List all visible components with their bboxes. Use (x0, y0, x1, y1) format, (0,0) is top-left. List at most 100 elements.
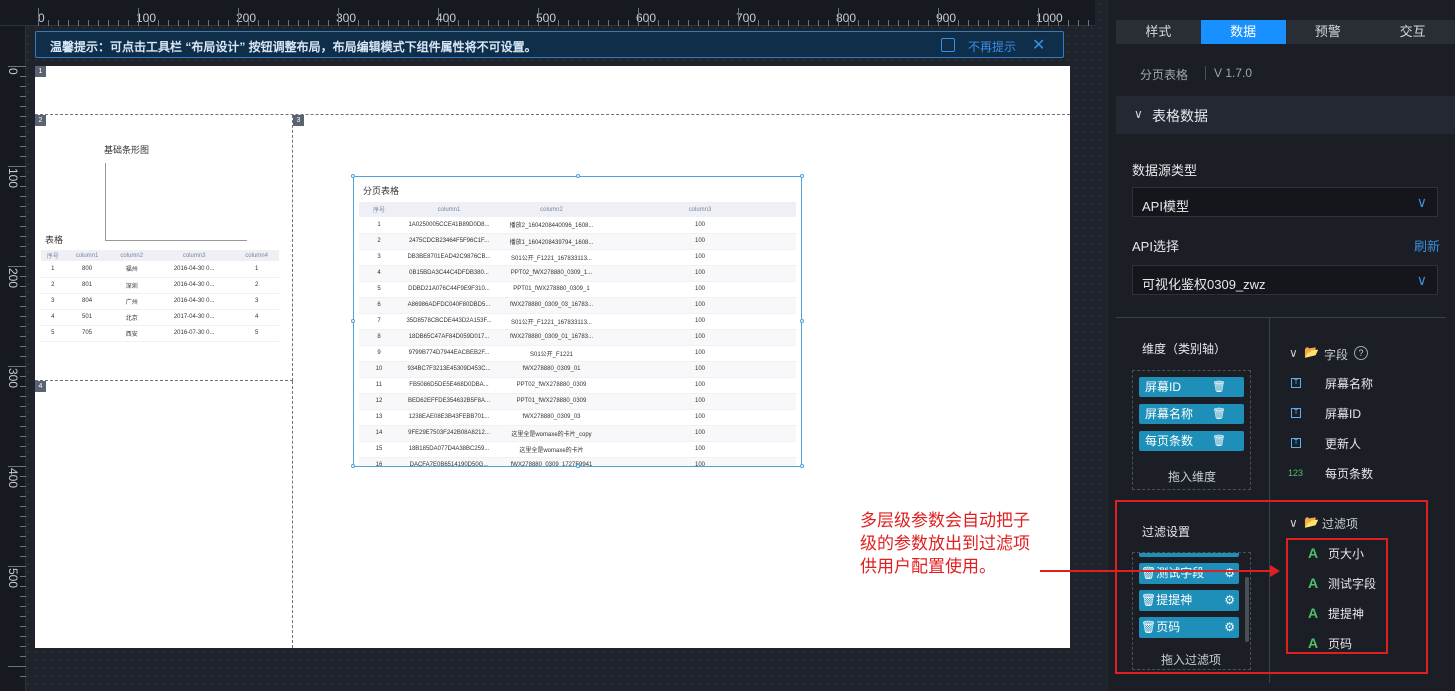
layout-block-4[interactable]: 4 (35, 381, 293, 648)
ruler-tick (868, 20, 869, 26)
design-canvas[interactable]: 0 100 200 300 400 500 600 700 800 900 10… (0, 0, 1108, 691)
ruler-label: 200 (6, 268, 20, 289)
table-data-section-header[interactable]: ∨ 表格数据 (1116, 96, 1455, 134)
resize-handle[interactable] (351, 174, 355, 178)
fields-header[interactable]: 字段 (1324, 346, 1348, 363)
table-cell: 100 (604, 377, 796, 394)
ruler-tick (888, 20, 889, 26)
table-row: 1 800 福州 2016-04-30 0... 1 (41, 261, 279, 278)
ruler-tick (20, 96, 26, 97)
refresh-link[interactable]: 刷新 (1414, 236, 1440, 255)
ruler-tick (20, 146, 26, 147)
dimension-chip[interactable]: 每页条数 🗑 (1139, 431, 1244, 451)
ruler-tick (20, 516, 26, 517)
ruler-tick (498, 20, 499, 26)
resize-handle[interactable] (576, 464, 580, 468)
ruler-tick (568, 20, 569, 26)
chevron-down-icon: ∨ (1416, 194, 1427, 210)
ruler-tick (20, 486, 26, 487)
ruler-tick (728, 20, 729, 26)
chevron-down-icon[interactable]: ∨ (1289, 346, 1298, 360)
field-item[interactable]: 屏幕名称 (1325, 375, 1373, 392)
field-item[interactable]: 屏幕ID (1325, 405, 1361, 422)
table-cell: 1 (41, 261, 65, 278)
table-cell: 2016-04-30 0... (154, 293, 235, 310)
ruler-label: 100 (136, 11, 157, 25)
resize-handle[interactable] (800, 319, 804, 323)
field-item[interactable]: 更新人 (1325, 435, 1361, 452)
resize-handle[interactable] (351, 319, 355, 323)
paged-table-widget[interactable]: 分页表格 序号 column1 column2 column3 1 1A02500… (353, 176, 802, 467)
ruler-tick (848, 20, 849, 26)
table-header: column3 (604, 202, 796, 217)
ruler-tick (998, 20, 999, 26)
ruler-tick (20, 536, 26, 537)
dont-show-label[interactable]: 不再提示 (968, 38, 1016, 55)
ruler-label: 400 (436, 11, 457, 25)
trash-icon[interactable]: 🗑 (1212, 431, 1226, 451)
table-cell: 0B15BDA3C44C4DFDB380... (399, 265, 499, 282)
table-cell: 1238EAE08E3B43FEBB701... (399, 409, 499, 426)
ruler-tick (20, 326, 26, 327)
table-cell: DB3BE8701EAD42C9876CB... (399, 249, 499, 266)
trash-icon[interactable]: 🗑 (1212, 377, 1226, 397)
table-cell: 800 (64, 261, 110, 278)
table-cell: 9799B774D7944EACBEB2F... (399, 345, 499, 362)
ruler-tick (148, 20, 149, 26)
resize-handle[interactable] (800, 174, 804, 178)
table-row: 13 1238EAE08E3B43FEBB701... fWX278880_0309… (359, 409, 796, 426)
ruler-tick (20, 606, 26, 607)
dimension-chip[interactable]: 屏幕名称 🗑 (1139, 404, 1244, 424)
resize-handle[interactable] (351, 464, 355, 468)
ruler-tick (20, 496, 26, 497)
table-cell: 14 (359, 425, 399, 442)
resize-handle[interactable] (800, 464, 804, 468)
table-cell: PPT02_fWX278880_0309_1... (499, 265, 604, 282)
number-field-icon: 123 (1288, 468, 1304, 478)
block-number: 3 (293, 115, 304, 126)
table-cell: 100 (604, 217, 796, 234)
table-cell: 5 (359, 281, 399, 298)
ruler-tick (1028, 20, 1029, 26)
dont-show-checkbox[interactable] (941, 38, 955, 52)
tab-data[interactable]: 数据 (1200, 20, 1286, 44)
ruler-tick (648, 20, 649, 26)
tab-style[interactable]: 样式 (1116, 20, 1201, 44)
table-cell: 深圳 (109, 277, 155, 294)
datasource-select[interactable]: API模型 ∨ (1132, 187, 1438, 217)
table-cell: DDBD21A076C44F9E9F310... (399, 281, 499, 298)
tab-alert[interactable]: 预警 (1286, 20, 1371, 44)
ruler-tick (638, 8, 639, 26)
table-cell: PPT01_fWX278880_0309_1 (499, 281, 604, 298)
table-cell: BED62EFFDE354632B5F8A... (399, 393, 499, 410)
chart-x-axis (105, 240, 247, 241)
ruler-tick (20, 556, 26, 557)
layout-block-2[interactable]: 2 基础条形图 表格 序号 column1 column2 column3 co… (35, 115, 293, 381)
table-cell: fWX278880_0309_1727F9941 (499, 457, 604, 466)
layout-block-1[interactable]: 1 (35, 66, 1070, 115)
ruler-tick (988, 20, 989, 26)
resize-handle[interactable] (576, 174, 580, 178)
table-row: 3 DB3BE8701EAD42C9876CB... S01公开_F1221_167… (359, 249, 796, 266)
chip-label: 屏幕ID (1145, 380, 1182, 394)
table-cell: 3 (41, 293, 65, 310)
ruler-tick (20, 116, 26, 117)
ruler-tick (58, 20, 59, 26)
ruler-tick (20, 406, 26, 407)
close-icon[interactable]: ✕ (1032, 35, 1045, 55)
tab-interaction[interactable]: 交互 (1370, 20, 1455, 44)
ruler-tick (1018, 20, 1019, 26)
trash-icon[interactable]: 🗑 (1212, 404, 1226, 424)
api-select[interactable]: 可视化鉴权0309_zwz ∨ (1132, 265, 1438, 295)
table-cell: 6 (359, 297, 399, 314)
table-cell: PPT01_fWX278880_0309 (499, 393, 604, 410)
dimension-chip[interactable]: 屏幕ID 🗑 (1139, 377, 1244, 397)
help-icon[interactable]: ? (1354, 346, 1368, 360)
ruler-label: 100 (6, 168, 20, 189)
table-header: column4 (234, 250, 279, 261)
dimension-dropzone[interactable]: 屏幕ID 🗑 屏幕名称 🗑 每页条数 🗑 拖入维度 (1132, 370, 1251, 490)
field-item[interactable]: 每页条数 (1325, 465, 1373, 482)
api-value: 可视化鉴权0309_zwz (1142, 277, 1266, 292)
table-cell: 4 (234, 309, 279, 326)
ruler-tick (20, 676, 26, 677)
